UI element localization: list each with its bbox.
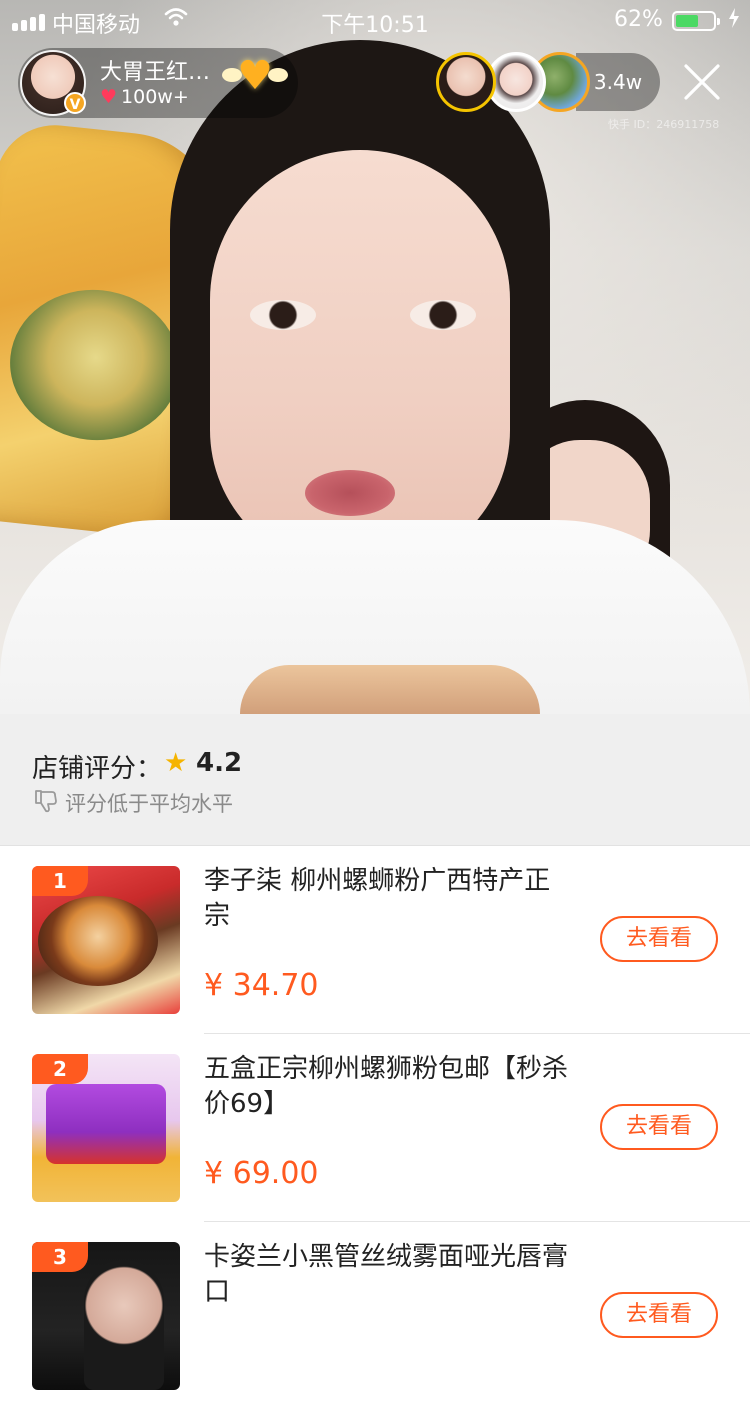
rank-badge: 1 [32,866,88,896]
rank-badge: 3 [32,1242,88,1272]
go-see-button[interactable]: 去看看 [600,916,718,962]
likes-count: 100w+ [121,86,189,108]
follow-button[interactable]: ♥ [222,52,288,100]
store-rating-label: 店铺评分： [32,754,163,784]
product-title[interactable]: 卡姿兰小黑管丝绒雾面哑光唇膏口 [204,1240,574,1310]
heart-icon: ♥ [100,86,118,108]
store-rating-section: 店铺评分： ★ 4.2 评分低于平均水平 [0,714,750,846]
noodle-box-image [46,1084,166,1164]
host-eye-left [250,300,316,330]
product-price: ¥ 69.00 [204,1156,319,1191]
battery-percentage: 62% [614,7,663,32]
charging-icon [728,7,740,34]
product-item[interactable]: 2 五盒正宗柳州螺狮粉包邮【秒杀价69】 ¥ 69.00 去看看 [0,1034,750,1222]
product-title[interactable]: 李子柒 柳州螺蛳粉广西特产正宗 [204,864,574,934]
battery-level [676,15,698,27]
store-rating-score: 4.2 [196,748,243,778]
go-see-button[interactable]: 去看看 [600,1292,718,1338]
battery-icon [672,11,720,31]
host-name: 大胃王红… [100,60,211,85]
product-thumbnail[interactable]: 3 [32,1242,180,1390]
product-item[interactable]: 3 卡姿兰小黑管丝绒雾面哑光唇膏口 去看看 [0,1222,750,1410]
host-eye-right [410,300,476,330]
go-see-button[interactable]: 去看看 [600,1104,718,1150]
host-likes: ♥ 100w+ [100,86,189,108]
product-title[interactable]: 五盒正宗柳州螺狮粉包邮【秒杀价69】 [204,1052,574,1122]
product-thumbnail[interactable]: 2 [32,1054,180,1202]
viewer-avatar-1[interactable] [436,52,496,112]
noodle-bowl-image [38,896,158,986]
product-thumbnail[interactable]: 1 [32,866,180,1014]
host-lips [305,470,395,516]
lipstick-model-image [84,1260,164,1390]
rank-badge: 2 [32,1054,88,1084]
wing-right-icon [268,68,288,82]
store-rating-note: 评分低于平均水平 [65,792,233,816]
verified-badge-icon: V [64,92,86,114]
thumb-down-icon [33,788,59,814]
product-price: ¥ 34.70 [204,968,319,1003]
close-icon [684,64,720,100]
close-button[interactable] [678,58,726,106]
food-dish [240,665,540,714]
wing-left-icon [222,68,242,82]
product-item[interactable]: 1 李子柒 柳州螺蛳粉广西特产正宗 ¥ 34.70 去看看 [0,846,750,1034]
status-bar: 中国移动 下午10:51 62% [0,0,750,40]
star-icon: ★ [164,748,188,778]
kuaishou-id-watermark: 快手 ID：246911758 [608,118,720,131]
